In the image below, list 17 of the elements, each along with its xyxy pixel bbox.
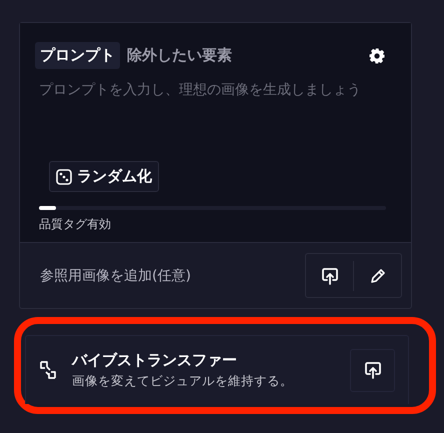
prompt-tab[interactable]: プロンプト — [35, 42, 120, 69]
settings-icon[interactable] — [368, 46, 386, 64]
vibe-transfer-title: バイブストランスファー — [72, 350, 238, 370]
prompt-field[interactable]: プロンプトを入力し、理想の画像を生成しましょう — [35, 77, 378, 155]
dice-icon — [56, 168, 72, 184]
upload-button[interactable] — [350, 348, 395, 392]
pencil-icon — [368, 266, 386, 284]
prompt-tab[interactable]: 除外したい要素 — [122, 42, 237, 69]
vibe-transfer-subtitle: 画像を変えてビジュアルを維持する。 — [72, 372, 293, 390]
randomize-button[interactable]: ランダム化 — [49, 161, 159, 192]
upload-icon — [320, 266, 338, 284]
swap-icon — [38, 360, 58, 380]
vibe-transfer-card[interactable]: バイブストランスファー 画像を変えてビジュアルを維持する。 — [25, 335, 409, 404]
quality-label: 品質タグ有効 — [39, 216, 112, 233]
reference-label: 参照用画像を追加(任意) — [40, 266, 191, 284]
upload-icon — [364, 361, 382, 379]
prompt-panel[interactable]: プロンプト 除外したい要素 プロンプトを入力し、理想の画像を生成しましょう ランダム化 品質タグ有効 — [20, 23, 411, 243]
